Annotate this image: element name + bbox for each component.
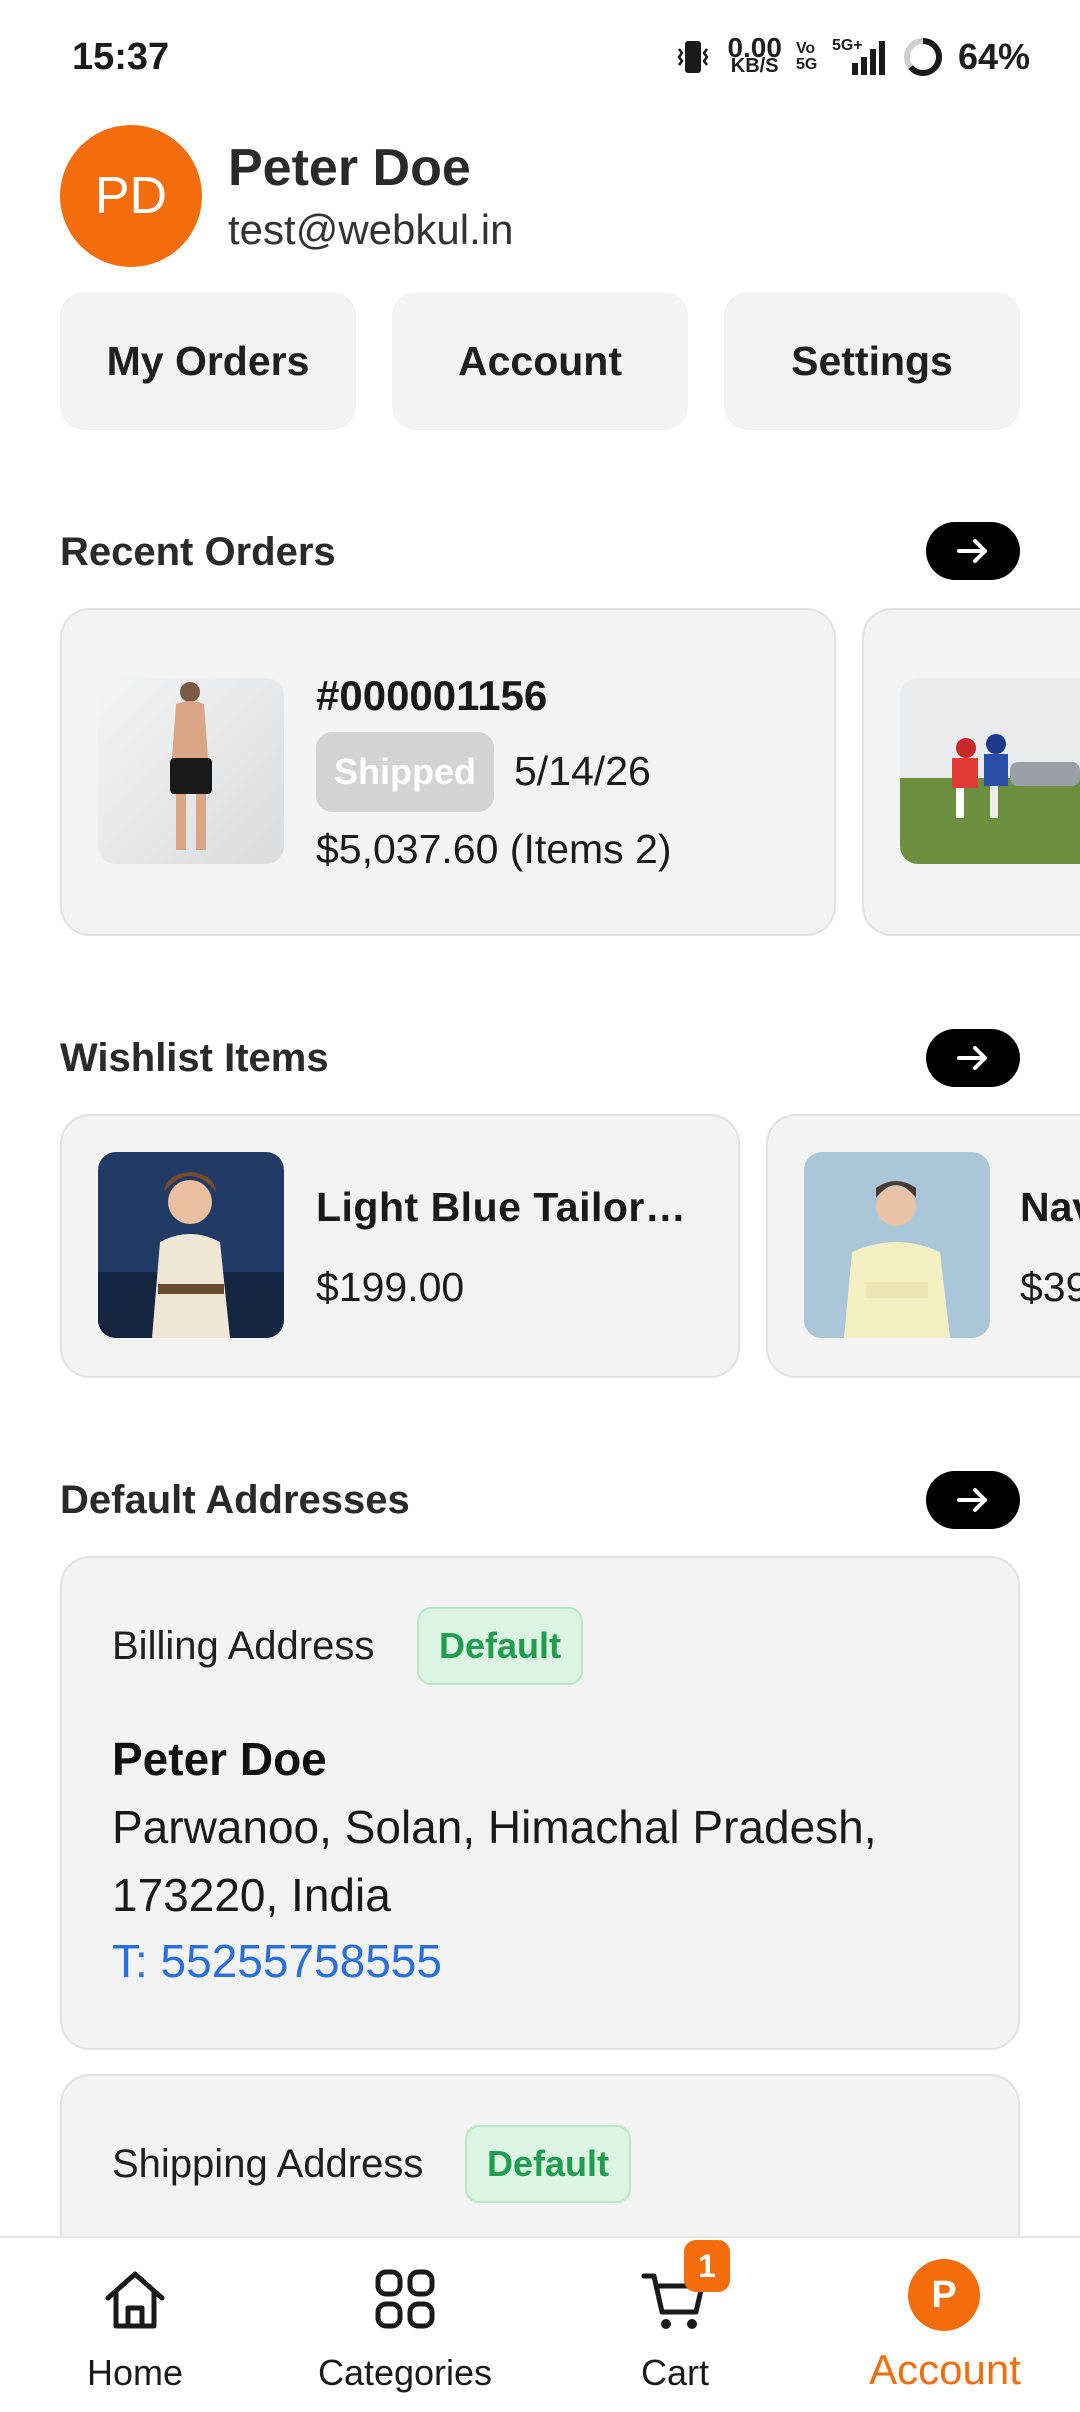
- bottom-navigation: Home Categories Cart Account: [0, 2236, 1080, 2412]
- nav-home[interactable]: Home: [0, 2238, 270, 2412]
- nav-cart[interactable]: Cart: [540, 2238, 810, 2412]
- wishlist-item-name: Nav: [1020, 1184, 1080, 1230]
- address-line: Parwanoo, Solan, Himachal Pradesh,: [112, 1801, 877, 1853]
- default-addresses-title: Default Addresses: [60, 1478, 410, 1522]
- order-total: $5,037.60 (Items 2): [316, 826, 672, 872]
- wishlist-product-image: [804, 1152, 990, 1338]
- cart-count-badge: 1: [684, 2240, 730, 2292]
- profile-email: test@webkul.in: [228, 206, 514, 253]
- net-speed: 0.00 KB/S: [727, 32, 782, 77]
- status-bar: 15:37 0.00 KB/S Vo 5G 5G+ 64%: [0, 0, 1080, 120]
- wishlist-see-all-button[interactable]: [926, 1029, 1020, 1087]
- status-time: 15:37: [72, 36, 170, 78]
- default-badge: Default: [465, 2125, 632, 2203]
- order-product-image: [900, 678, 1080, 864]
- nav-cart-label: Cart: [640, 2352, 709, 2393]
- signal-icon: 5G+: [832, 37, 888, 77]
- arrow-right-icon: [957, 539, 987, 563]
- billing-address-label: Billing Address: [112, 1624, 375, 1668]
- address-phone-link[interactable]: T: 55255758555: [112, 1934, 442, 1988]
- nav-home-label: Home: [86, 2352, 184, 2393]
- wishlist-product-image: [98, 1152, 284, 1338]
- avatar[interactable]: PD: [60, 125, 202, 267]
- nav-categories[interactable]: Categories: [270, 2238, 540, 2412]
- recent-orders-see-all-button[interactable]: [926, 522, 1020, 580]
- addresses-see-all-button[interactable]: [926, 1471, 1020, 1529]
- wishlist-item-price: $39: [1020, 1264, 1080, 1310]
- recent-orders-title: Recent Orders: [60, 530, 336, 574]
- wishlist-item-price: $199.00: [316, 1264, 465, 1310]
- order-product-image: [98, 678, 284, 864]
- default-badge: Default: [417, 1607, 584, 1685]
- order-date: 5/14/26: [514, 748, 651, 794]
- categories-icon: [375, 2269, 435, 2329]
- shipping-address-label: Shipping Address: [112, 2142, 424, 2186]
- wishlist-item-name: Light Blue Tailore…: [316, 1184, 706, 1230]
- profile-name: Peter Doe: [228, 139, 471, 197]
- account-button[interactable]: Account: [392, 292, 688, 430]
- nav-account-label: Account: [869, 2346, 1021, 2393]
- address-name: Peter Doe: [112, 1733, 327, 1785]
- arrow-right-icon: [957, 1488, 987, 1512]
- battery-ring-icon: [903, 38, 942, 76]
- battery-percent: 64%: [957, 36, 1030, 77]
- vibrate-icon: [677, 41, 709, 73]
- wishlist-title: Wishlist Items: [60, 1036, 329, 1080]
- status-icons: 0.00 KB/S Vo 5G 5G+ 64%: [673, 32, 1030, 78]
- address-line: 173220, India: [112, 1869, 391, 1921]
- order-number: #000001156: [316, 672, 548, 719]
- volte-indicator: Vo 5G: [795, 40, 818, 73]
- settings-button[interactable]: Settings: [724, 292, 1020, 430]
- nav-categories-label: Categories: [317, 2352, 493, 2393]
- avatar-initials: PD: [94, 167, 168, 225]
- home-icon: [105, 2271, 165, 2329]
- status-badge: Shipped: [316, 732, 494, 812]
- my-orders-button[interactable]: My Orders: [60, 292, 356, 430]
- arrow-right-icon: [957, 1046, 987, 1070]
- account-avatar-icon: P: [908, 2259, 980, 2331]
